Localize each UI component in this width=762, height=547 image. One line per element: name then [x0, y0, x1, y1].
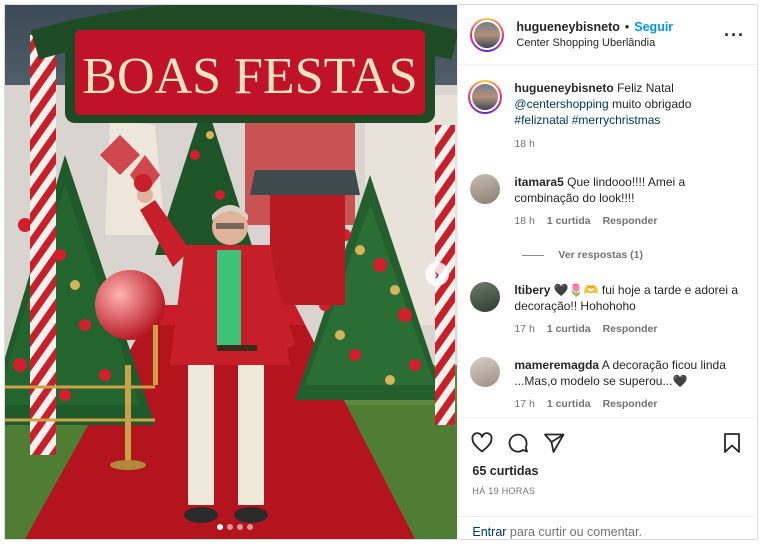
share-icon[interactable] [542, 431, 566, 455]
carousel-dot [237, 524, 243, 530]
post-photo[interactable]: BOAS FESTAS › [5, 5, 458, 539]
view-replies-button[interactable]: Ver respostas (1) [522, 249, 643, 261]
comment-username[interactable]: ltibery [514, 283, 550, 297]
caption-text: Feliz Natal [617, 81, 674, 95]
author-username[interactable]: hugueneybisneto [516, 20, 619, 34]
author-avatar[interactable] [470, 17, 505, 52]
post-modal: BOAS FESTAS › hugueneybisneto • Seguir C… [4, 4, 758, 540]
view-replies-label: Ver respostas (1) [558, 249, 644, 261]
post-timestamp: HÁ 19 HORAS [472, 486, 536, 496]
reply-button[interactable]: Responder [603, 321, 658, 337]
comment-time: 18 h [514, 215, 535, 227]
reply-button[interactable]: Responder [603, 213, 658, 229]
separator-dot: • [624, 20, 630, 34]
caption-username[interactable]: hugueneybisneto [514, 81, 613, 95]
bookmark-icon[interactable] [720, 431, 744, 455]
comment-item: itamara5 Que lindooo!!!! Amei a combinaç… [470, 174, 748, 229]
carousel-dots [217, 524, 253, 530]
carousel-dot [227, 524, 233, 530]
comment-likes[interactable]: 1 curtida [547, 213, 591, 229]
reply-button[interactable]: Responder [603, 396, 658, 412]
comment-item: mameremagda A decoração ficou linda ...M… [470, 357, 748, 412]
commenter-avatar[interactable] [470, 357, 501, 387]
comment-username[interactable]: mameremagda [514, 358, 599, 372]
carousel-dot [217, 524, 223, 530]
actions-section: 65 curtidas HÁ 19 HORAS Entrar para curt… [458, 417, 757, 539]
comment-icon[interactable] [506, 431, 530, 455]
commenter-avatar[interactable] [470, 174, 501, 204]
post-location[interactable]: Center Shopping Uberlândia [516, 37, 724, 49]
post-header: hugueneybisneto • Seguir Center Shopping… [458, 5, 757, 65]
more-options-icon[interactable]: ··· [724, 26, 745, 44]
comment-item: ltibery 🖤🌷🫶 fui hoje a tarde e adorei a … [470, 282, 748, 337]
login-prompt: Entrar para curtir ou comentar. [458, 516, 757, 547]
carousel-next-button[interactable]: › [425, 262, 449, 286]
carousel-dot [247, 524, 253, 530]
follow-button[interactable]: Seguir [634, 20, 673, 34]
caption: hugueneybisneto Feliz Natal @centershopp… [468, 80, 748, 152]
comment-time: 17 h [514, 398, 535, 410]
caption-hashtags[interactable]: #feliznatal #merrychristmas [514, 112, 691, 128]
caption-mention[interactable]: @centershopping [514, 97, 608, 111]
comment-time: 17 h [514, 323, 535, 335]
comment-username[interactable]: itamara5 [514, 175, 563, 189]
christmas-scene-image: BOAS FESTAS [5, 5, 458, 539]
comments-section: hugueneybisneto Feliz Natal @centershopp… [458, 66, 756, 416]
comment-likes[interactable]: 1 curtida [547, 321, 591, 337]
login-link[interactable]: Entrar [472, 525, 506, 539]
heart-icon[interactable] [470, 431, 494, 455]
caption-text-after: muito obrigado [611, 97, 692, 111]
banner-text: BOAS FESTAS [82, 48, 417, 105]
post-side-panel: hugueneybisneto • Seguir Center Shopping… [457, 5, 757, 539]
login-prompt-text: para curtir ou comentar. [509, 525, 642, 539]
comment-likes[interactable]: 1 curtida [547, 396, 591, 412]
action-icons [458, 418, 756, 458]
caption-avatar[interactable] [468, 80, 503, 114]
chevron-right-icon: › [434, 266, 440, 282]
commenter-avatar[interactable] [470, 282, 501, 312]
caption-time: 18 h [514, 138, 535, 150]
likes-count[interactable]: 65 curtidas [458, 458, 756, 478]
